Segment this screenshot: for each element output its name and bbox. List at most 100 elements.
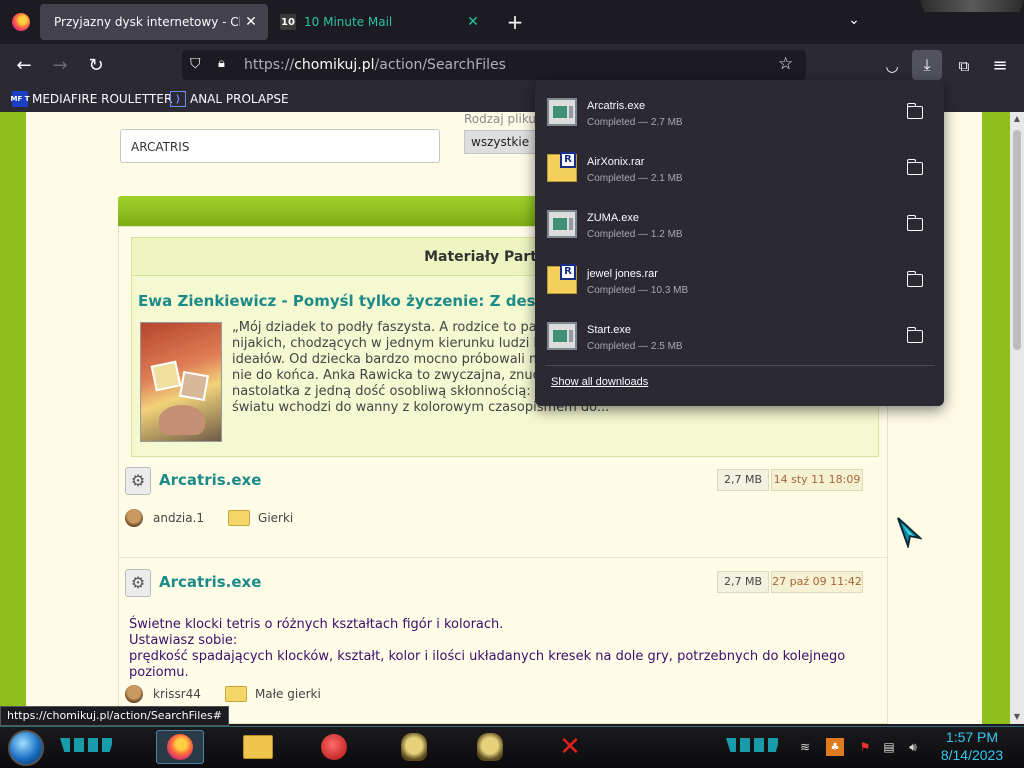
taskbar-decoration [60,738,114,752]
firefox-icon [167,734,193,760]
download-item[interactable]: Start.exe Completed — 2.5 MB [535,308,944,364]
file-meta: andzia.1 Gierki [125,509,293,527]
open-folder-icon[interactable] [907,103,923,119]
taskbar-firefox[interactable] [156,730,204,764]
page-scrollbar[interactable]: ▲ ▼ [1010,112,1024,724]
firefox-view-icon[interactable] [12,13,30,31]
tab-10minutemail[interactable]: 10 10 Minute Mail ✕ [276,4,490,40]
tracking-shield-icon[interactable]: ⛉ [190,56,206,74]
tab-close-icon[interactable]: ✕ [464,13,482,31]
tray-volume-icon[interactable]: 🔊︎ [904,738,922,756]
mouse-cursor-icon [897,517,922,548]
file-size: 2,7 MB [716,571,769,593]
tray-stripes-icon[interactable]: ≋ [796,738,814,756]
exe-file-icon [547,98,577,126]
scroll-down-arrow-icon[interactable]: ▼ [1012,712,1022,722]
tab-chomikuj[interactable]: Przyjazny dysk internetowy - Chomikuj.pl… [40,4,268,40]
scrollbar-thumb[interactable] [1013,130,1021,350]
download-item[interactable]: ZUMA.exe Completed — 1.2 MB [535,196,944,252]
menu-hamburger-icon[interactable]: ≡ [986,52,1014,80]
taskbar-game-app[interactable] [466,730,514,764]
lock-icon[interactable]: 🔒︎ [218,56,234,74]
gear-icon: ⚙ [125,569,151,597]
back-arrow-icon[interactable]: ← [10,52,38,80]
downloads-panel: Arcatris.exe Completed — 2.7 MB R AirXon… [535,80,944,406]
new-tab-plus-icon[interactable]: + [504,10,526,34]
taskbar-app[interactable]: ✕ [546,730,594,764]
show-all-downloads-button[interactable]: Show all downloads [551,376,648,388]
red-ball-character-icon [321,734,347,760]
list-all-tabs-chevron-down-icon[interactable]: ⌄ [843,12,865,32]
10minutemail-favicon-icon: 10 [280,14,296,30]
taskbar-clock[interactable]: 1:57 PM 8/14/2023 [932,728,1012,764]
bookmark-second[interactable]: ⟩ ANAL PROLAPSE [170,90,289,108]
rar-archive-icon: R [547,152,577,182]
exe-file-icon [547,210,577,238]
search-input[interactable]: ARCATRIS [120,129,440,163]
rar-archive-icon: R [547,264,577,294]
url-bar[interactable]: ⛉ 🔒︎ https://chomikuj.pl/action/SearchFi… [182,50,806,80]
download-name: Arcatris.exe [587,100,646,112]
file-name-link[interactable]: Arcatris.exe [159,573,261,591]
window-frame-decoration [920,0,1024,12]
status-url-tooltip: https://chomikuj.pl/action/SearchFiles# [0,706,229,726]
folder-icon [224,686,247,702]
user-link[interactable]: krissr44 [153,687,201,701]
tab-label: Przyjazny dysk internetowy - Chomikuj.pl [54,15,240,29]
tab-strip: Przyjazny dysk internetowy - Chomikuj.pl… [0,0,1024,44]
url-text[interactable]: https://chomikuj.pl/action/SearchFiles [244,57,506,73]
file-name-link[interactable]: Arcatris.exe [159,471,261,489]
downloads-arrow-icon[interactable]: ⤓ [912,50,942,80]
download-item[interactable]: R AirXonix.rar Completed — 2.1 MB [535,140,944,196]
divider [119,557,887,558]
clock-date: 8/14/2023 [940,747,1004,763]
book-cover-image[interactable] [140,322,222,442]
download-name: ZUMA.exe [587,212,639,224]
start-orb-icon[interactable] [8,730,44,766]
download-status: Completed — 2.5 MB [587,341,683,352]
folder-link[interactable]: Gierki [258,511,293,525]
download-name: Start.exe [587,324,632,336]
tab-label: 10 Minute Mail [304,15,393,29]
download-status: Completed — 10.3 MB [587,285,689,296]
taskbar-file-explorer[interactable] [234,730,282,764]
user-link[interactable]: andzia.1 [153,511,204,525]
clock-time: 1:57 PM [945,729,999,745]
download-status: Completed — 2.7 MB [587,117,683,128]
cowboy-character-icon [401,733,427,761]
bookmark-star-icon[interactable]: ☆ [778,54,798,74]
tray-network-icon[interactable]: ▤ [880,738,898,756]
forward-arrow-icon[interactable]: → [46,52,74,80]
bookmark-mediafire-rouletter[interactable]: MF T MEDIAFIRE ROULETTER [11,90,172,108]
pocket-icon[interactable]: ◡ [878,52,906,80]
file-result: ⚙ Arcatris.exe 2,7 MB 27 paź 09 11:42 Św… [125,569,869,719]
exe-file-icon [547,322,577,350]
user-avatar[interactable] [125,509,143,527]
folder-link[interactable]: Małe gierki [255,687,321,701]
tray-app-icon[interactable]: ♣ [826,738,844,756]
tray-flag-icon[interactable]: ⚑ [856,738,874,756]
open-folder-icon[interactable] [907,159,923,175]
cowboy-character-icon [477,733,503,761]
taskbar-game-app[interactable] [310,730,358,764]
extensions-puzzle-icon[interactable]: ⧉ [950,52,978,80]
file-date: 27 paź 09 11:42 [771,571,863,593]
download-item[interactable]: R jewel jones.rar Completed — 10.3 MB [535,252,944,308]
download-name: jewel jones.rar [587,268,658,280]
gear-icon: ⚙ [125,467,151,495]
tab-close-icon[interactable]: ✕ [242,13,260,31]
file-result: ⚙ Arcatris.exe 2,7 MB 14 sty 11 18:09 an… [125,467,869,547]
divider [545,365,935,366]
open-folder-icon[interactable] [907,215,923,231]
reload-icon[interactable]: ↻ [82,52,110,80]
user-avatar[interactable] [125,685,143,703]
open-folder-icon[interactable] [907,271,923,287]
folder-icon [228,510,251,526]
download-item[interactable]: Arcatris.exe Completed — 2.7 MB [535,84,944,140]
download-status: Completed — 2.1 MB [587,173,683,184]
scroll-up-arrow-icon[interactable]: ▲ [1012,114,1022,124]
open-folder-icon[interactable] [907,327,923,343]
taskbar-game-app[interactable] [390,730,438,764]
file-type-label: Rodzaj pliku [464,112,537,126]
download-name: AirXonix.rar [587,156,645,168]
